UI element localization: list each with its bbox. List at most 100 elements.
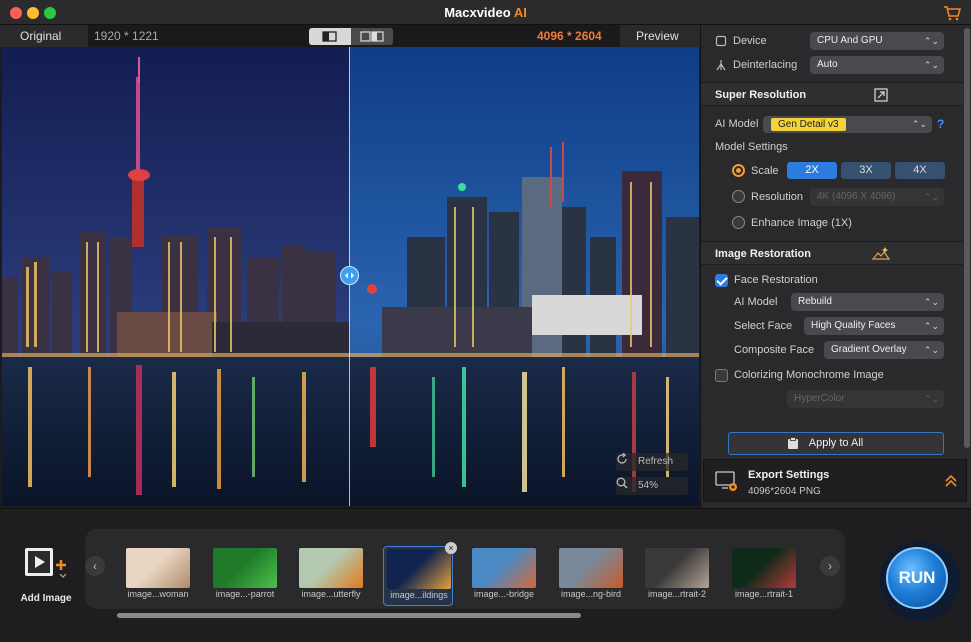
composite-face-select[interactable]: Gradient Overlay ⌃⌄ <box>824 341 944 359</box>
side-by-side-view-button[interactable] <box>351 28 393 45</box>
thumbnail-item[interactable]: image...rtrait-2 <box>642 546 712 606</box>
scale-3x-button[interactable]: 3X <box>841 162 891 179</box>
chevron-updown-icon: ⌃⌄ <box>923 394 939 404</box>
app-title-ai: AI <box>513 5 527 20</box>
clipboard-icon <box>788 437 798 449</box>
thumbnail-item[interactable]: image...-bridge <box>469 546 539 606</box>
select-face-label: Select Face <box>734 320 793 332</box>
restore-image-icon <box>872 247 890 260</box>
add-image-button[interactable]: Add Image <box>14 545 78 605</box>
composite-face-label: Composite Face <box>734 344 815 356</box>
compare-mode-toggle <box>309 28 393 45</box>
deinterlace-icon <box>716 60 726 71</box>
add-image-icon <box>25 548 67 578</box>
thumbnail-image <box>472 548 536 588</box>
chevron-updown-icon: ⌃⌄ <box>923 321 939 331</box>
thumbnail-item[interactable]: image...-parrot <box>210 546 280 606</box>
chevron-left-icon: ‹ <box>93 559 97 573</box>
add-image-label: Add Image <box>20 593 72 604</box>
device-value: CPU And GPU <box>817 35 883 46</box>
sr-ai-model-select[interactable]: Gen Detail v3 ⌃⌄ <box>763 116 932 133</box>
thumbnail-caption: image...-parrot <box>215 589 275 599</box>
compare-split-handle[interactable] <box>340 266 359 285</box>
thumbnail-caption: image...ildings <box>390 590 448 600</box>
export-settings-title: Export Settings <box>748 469 830 481</box>
cart-icon[interactable] <box>943 5 961 21</box>
scale-radio[interactable] <box>732 164 745 177</box>
filmstrip-scrollbar[interactable] <box>117 613 581 618</box>
sr-ai-model-label: AI Model <box>715 118 759 130</box>
select-face-select[interactable]: High Quality Faces ⌃⌄ <box>804 317 944 335</box>
thumbnail-item[interactable]: image...ildings × <box>383 542 457 606</box>
colorizing-checkbox[interactable] <box>715 369 728 382</box>
upscale-icon <box>874 88 888 102</box>
thumbnail-image <box>732 548 796 588</box>
model-settings-label: Model Settings <box>715 141 788 153</box>
thumbnail-image <box>387 549 451 589</box>
colorizing-select[interactable]: HyperColor ⌃⌄ <box>787 390 944 408</box>
ir-ai-model-value: Rebuild <box>798 296 832 307</box>
scale-4x-button[interactable]: 4X <box>895 162 945 179</box>
zoom-icon <box>616 477 628 489</box>
scroll-left-button[interactable]: ‹ <box>85 556 105 576</box>
ir-ai-model-label: AI Model <box>734 296 778 308</box>
chevron-updown-icon: ⌃⌄ <box>923 36 939 46</box>
resolution-label: Resolution <box>751 191 803 203</box>
refresh-button[interactable]: Refresh <box>616 453 688 471</box>
thumbnail-item[interactable]: image...ng-bird <box>556 546 626 606</box>
ir-ai-model-select[interactable]: Rebuild ⌃⌄ <box>791 293 944 311</box>
thumbnail-caption: image...utterfly <box>301 589 361 599</box>
device-label: Device <box>733 35 767 47</box>
enhance-radio[interactable] <box>732 216 745 229</box>
scale-label: Scale <box>751 165 779 177</box>
face-restoration-checkbox[interactable] <box>715 274 728 287</box>
chevron-right-icon: › <box>828 559 832 573</box>
panel-scrollbar[interactable] <box>964 28 970 448</box>
deinterlacing-label: Deinterlacing <box>733 59 798 71</box>
face-restoration-label: Face Restoration <box>734 274 818 286</box>
thumbnail-caption: image...rtrait-2 <box>647 589 707 599</box>
drag-arrows-icon <box>345 272 354 279</box>
thumbnail-caption: image...-bridge <box>473 589 535 599</box>
colorizing-label: Colorizing Monochrome Image <box>734 369 884 381</box>
split-view-button[interactable] <box>309 28 351 45</box>
chevron-updown-icon: ⌃⌄ <box>923 345 939 355</box>
apply-to-all-label: Apply to All <box>808 437 864 449</box>
refresh-icon <box>617 453 627 464</box>
run-button[interactable]: RUN <box>886 547 948 609</box>
scroll-right-button[interactable]: › <box>820 556 840 576</box>
double-chevron-up-icon[interactable] <box>944 474 958 488</box>
thumbnail-image <box>213 548 277 588</box>
select-face-value: High Quality Faces <box>811 320 896 331</box>
scale-2x-button[interactable]: 2X <box>787 162 837 179</box>
thumbnail-image <box>645 548 709 588</box>
super-resolution-title: Super Resolution <box>715 89 807 101</box>
chevron-updown-icon: ⌃⌄ <box>923 192 939 202</box>
export-settings[interactable]: Export Settings 4096*2604 PNG <box>703 459 967 502</box>
thumbnail-item[interactable]: image...utterfly <box>296 546 366 606</box>
deinterlacing-select[interactable]: Auto ⌃⌄ <box>810 56 944 74</box>
apply-to-all-button[interactable]: Apply to All <box>728 432 944 455</box>
device-select[interactable]: CPU And GPU ⌃⌄ <box>810 32 944 50</box>
thumbnail-caption: image...ng-bird <box>560 589 622 599</box>
zoom-control[interactable]: 54% <box>616 477 688 495</box>
chip-icon <box>715 35 727 47</box>
thumbnail-item[interactable]: image...rtrait-1 <box>729 546 799 606</box>
image-restoration-header: Image Restoration <box>701 241 963 265</box>
thumbnail-item[interactable]: image...woman <box>123 546 193 606</box>
help-icon[interactable]: ? <box>937 117 944 131</box>
resolution-select[interactable]: 4K (4096 X 4096) ⌃⌄ <box>810 188 944 206</box>
resolution-radio[interactable] <box>732 190 745 203</box>
enhance-label: Enhance Image (1X) <box>751 217 852 229</box>
app-title-name: Macxvideo <box>444 5 511 20</box>
original-resolution: 1920 * 1221 <box>94 29 159 43</box>
thumbnail-image <box>559 548 623 588</box>
thumbnail-caption: image...woman <box>127 589 189 599</box>
composite-face-value: Gradient Overlay <box>831 344 907 355</box>
deinterlacing-value: Auto <box>817 59 838 70</box>
app-title: Macxvideo AI <box>0 5 971 20</box>
remove-thumbnail-icon[interactable]: × <box>445 542 457 554</box>
refresh-label: Refresh <box>638 456 674 467</box>
preview-canvas[interactable]: Refresh 54% <box>2 47 699 506</box>
run-button-ring: RUN <box>880 541 960 621</box>
